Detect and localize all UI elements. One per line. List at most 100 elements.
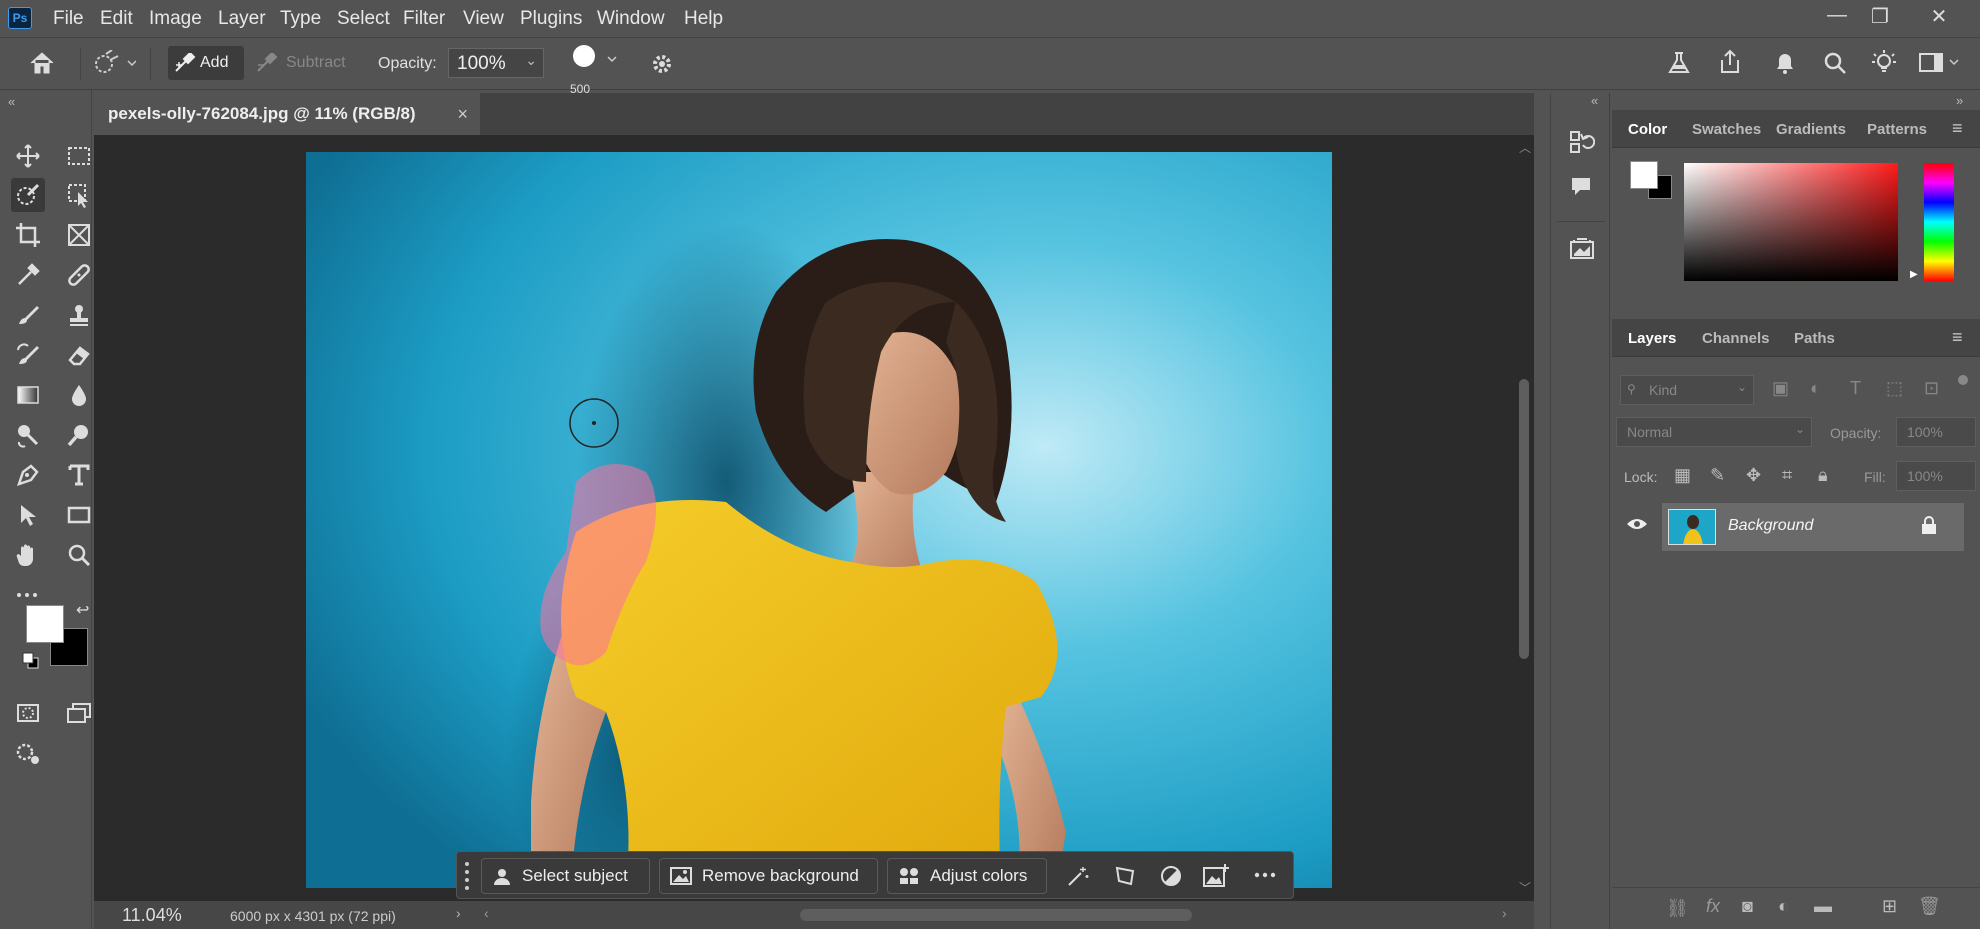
- menu-layer[interactable]: Layer: [218, 8, 266, 30]
- menu-help[interactable]: Help: [684, 8, 723, 30]
- lock-artboard-icon[interactable]: ⌗: [1782, 465, 1792, 486]
- history-brush-tool-icon[interactable]: [11, 338, 45, 372]
- brush-preset-icon[interactable]: [572, 44, 618, 74]
- fx-icon[interactable]: fx: [1706, 896, 1720, 917]
- menu-type[interactable]: Type: [280, 8, 321, 30]
- tab-color[interactable]: Color: [1628, 121, 1667, 138]
- delete-layer-icon[interactable]: 🗑︎: [1918, 896, 1941, 917]
- screen-mode-icon[interactable]: [62, 696, 96, 730]
- new-layer-icon[interactable]: ⊞: [1882, 896, 1897, 917]
- share-icon[interactable]: [1716, 48, 1744, 76]
- collapse-toolbar-icon[interactable]: «: [8, 94, 15, 109]
- blend-mode-select[interactable]: Normal ⌄: [1616, 417, 1812, 447]
- frame-tool-icon[interactable]: [62, 218, 96, 252]
- menu-view[interactable]: View: [463, 8, 504, 30]
- scroll-up-icon[interactable]: ︿: [1519, 139, 1531, 156]
- remove-background-button[interactable]: Remove background: [659, 858, 878, 894]
- filter-smart-object-icon[interactable]: ⊡: [1924, 378, 1939, 399]
- transform-icon[interactable]: [1113, 864, 1137, 888]
- close-tab-icon[interactable]: ×: [457, 104, 468, 125]
- hue-pointer-icon[interactable]: ▶: [1910, 269, 1918, 280]
- layer-opacity-input[interactable]: 100%: [1896, 417, 1976, 447]
- filter-pixel-icon[interactable]: ▣: [1772, 378, 1789, 399]
- tab-channels[interactable]: Channels: [1702, 330, 1770, 347]
- lightbulb-icon[interactable]: [1870, 48, 1898, 76]
- color-field[interactable]: [1684, 163, 1898, 281]
- scroll-left-icon[interactable]: ‹: [484, 905, 489, 921]
- lock-all-icon[interactable]: 🔒︎: [1818, 465, 1828, 486]
- adjustment-layer-icon[interactable]: [1159, 864, 1183, 888]
- link-layers-icon[interactable]: ⛓︎: [1666, 898, 1689, 919]
- healing-brush-tool-icon[interactable]: [62, 258, 96, 292]
- type-tool-icon[interactable]: [62, 458, 96, 492]
- add-mask-icon[interactable]: ◙: [1742, 896, 1753, 917]
- menu-file[interactable]: File: [53, 8, 84, 30]
- layers-panel-menu-icon[interactable]: ≡: [1952, 327, 1963, 348]
- sponge-tool-icon[interactable]: [62, 418, 96, 452]
- tab-patterns[interactable]: Patterns: [1867, 121, 1927, 138]
- menu-plugins[interactable]: Plugins: [520, 8, 582, 30]
- add-image-icon[interactable]: [1203, 863, 1231, 889]
- subtract-from-selection-button[interactable]: Subtract: [256, 46, 352, 80]
- marquee-tool-icon[interactable]: [62, 139, 96, 173]
- gear-icon[interactable]: [650, 52, 676, 78]
- tab-paths[interactable]: Paths: [1794, 330, 1835, 347]
- default-colors-icon[interactable]: [22, 652, 40, 670]
- object-selection-tool-icon[interactable]: [62, 178, 96, 212]
- close-window-button[interactable]: ✕: [1925, 4, 1953, 29]
- filter-shape-icon[interactable]: ⬚: [1886, 378, 1903, 399]
- canvas-area[interactable]: ︿ ﹀ Select subject Remove background Adj…: [94, 135, 1534, 901]
- adjust-colors-button[interactable]: Adjust colors: [887, 858, 1047, 894]
- eraser-tool-icon[interactable]: [62, 338, 96, 372]
- add-to-selection-button[interactable]: Add: [168, 46, 244, 80]
- restore-button[interactable]: ❐: [1866, 4, 1894, 29]
- comments-panel-icon[interactable]: [1569, 175, 1593, 199]
- crop-tool-icon[interactable]: [11, 218, 45, 252]
- horizontal-scroll-thumb[interactable]: [800, 909, 1192, 921]
- select-subject-button[interactable]: Select subject: [481, 858, 650, 894]
- eyedropper-tool-icon[interactable]: [11, 258, 45, 292]
- brush-tool-icon[interactable]: [11, 298, 45, 332]
- lock-position-icon[interactable]: ✥: [1746, 465, 1761, 486]
- status-menu-chevron-icon[interactable]: ›: [456, 905, 461, 921]
- libraries-panel-icon[interactable]: [1569, 237, 1595, 261]
- menu-image[interactable]: Image: [149, 8, 202, 30]
- opacity-input[interactable]: 100% ⌄: [448, 48, 544, 78]
- menu-edit[interactable]: Edit: [100, 8, 133, 30]
- hue-slider[interactable]: [1924, 163, 1954, 281]
- foreground-color-swatch[interactable]: [26, 605, 64, 643]
- blur-tool-icon[interactable]: [62, 378, 96, 412]
- fill-input[interactable]: 100%: [1896, 461, 1976, 491]
- gradient-tool-icon[interactable]: [11, 378, 45, 412]
- tab-gradients[interactable]: Gradients: [1776, 121, 1846, 138]
- drag-handle-icon[interactable]: [463, 860, 471, 892]
- layer-row-background[interactable]: Background: [1662, 503, 1964, 551]
- zoom-tool-icon[interactable]: [62, 538, 96, 572]
- layer-name[interactable]: Background: [1728, 517, 1813, 535]
- search-icon[interactable]: [1822, 50, 1848, 76]
- more-options-icon[interactable]: [1253, 865, 1277, 885]
- vertical-scroll-thumb[interactable]: [1519, 379, 1529, 659]
- quick-selection-tool-preset-icon[interactable]: [92, 50, 136, 76]
- new-group-icon[interactable]: ▬: [1814, 896, 1832, 917]
- scroll-down-icon[interactable]: ﹀: [1519, 879, 1531, 896]
- bell-icon[interactable]: [1772, 50, 1798, 76]
- document-image[interactable]: [306, 152, 1332, 888]
- eye-icon[interactable]: [1626, 517, 1648, 531]
- beaker-icon[interactable]: [1666, 50, 1692, 76]
- scroll-right-icon[interactable]: ›: [1502, 905, 1507, 921]
- layer-filter-kind[interactable]: Kind ⚲ ⌄: [1620, 375, 1754, 405]
- color-panel-menu-icon[interactable]: ≡: [1952, 118, 1963, 139]
- tab-layers[interactable]: Layers: [1628, 330, 1676, 347]
- chevron-down-icon[interactable]: ⌄: [525, 52, 537, 69]
- lock-transparent-pixels-icon[interactable]: ▦: [1674, 465, 1691, 486]
- pen-tool-icon[interactable]: [11, 458, 45, 492]
- workspace-icon[interactable]: [1918, 51, 1962, 75]
- edit-toolbar-icon[interactable]: [11, 736, 45, 770]
- home-icon[interactable]: [28, 50, 56, 76]
- filter-adjustment-icon[interactable]: ◐: [1810, 378, 1821, 399]
- quick-selection-tool-icon[interactable]: [11, 178, 45, 212]
- lock-image-pixels-icon[interactable]: ✎: [1710, 465, 1725, 486]
- zoom-readout[interactable]: 11.04%: [122, 905, 182, 926]
- menu-filter[interactable]: Filter: [403, 8, 445, 30]
